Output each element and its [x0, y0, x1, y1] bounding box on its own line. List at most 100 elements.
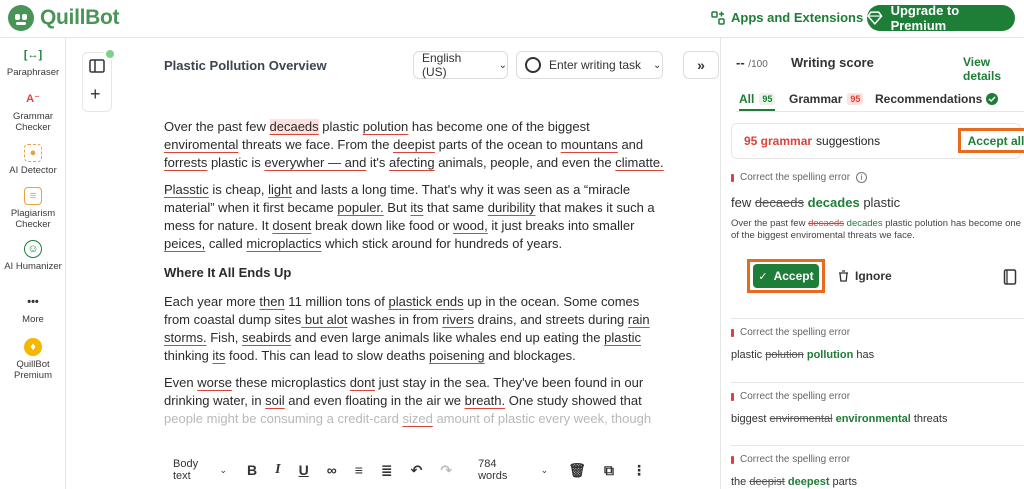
error-word[interactable]: poisening: [429, 348, 485, 363]
brand-name: QuillBot: [40, 6, 120, 29]
chevron-down-icon[interactable]: ⌄: [219, 465, 227, 476]
writing-task-select[interactable]: Enter writing task ⌄: [516, 51, 663, 79]
accept-button[interactable]: ✓ Accept: [753, 264, 819, 288]
score-value: -- /100: [736, 55, 768, 70]
error-word[interactable]: then: [259, 294, 284, 309]
sidebar-item-ai-humanizer[interactable]: ☺ AI Humanizer: [0, 240, 66, 272]
document-editor[interactable]: Over the past few decaeds plastic poluti…: [164, 118, 664, 437]
italic-icon[interactable]: I: [275, 462, 280, 478]
language-select[interactable]: English (US) ⌄: [413, 51, 508, 79]
check-circle-icon: [986, 93, 999, 105]
sidebar-item-paraphraser[interactable]: [↔] Paraphraser: [0, 46, 66, 78]
wrong-word: decaeds: [754, 195, 805, 210]
error-word[interactable]: populer.: [337, 200, 383, 215]
ignore-button[interactable]: Ignore: [838, 269, 892, 283]
error-word[interactable]: decaeds: [269, 119, 319, 134]
bullet-list-icon[interactable]: ≡: [355, 462, 363, 478]
error-word[interactable]: deepist: [393, 137, 435, 152]
error-word[interactable]: dosent: [272, 218, 311, 233]
upgrade-label: Upgrade to Premium: [890, 3, 960, 33]
upgrade-to-premium-button[interactable]: Upgrade to Premium: [867, 3, 1015, 33]
suggestions-count: 95 grammar: [744, 134, 813, 148]
error-word[interactable]: polution: [363, 119, 409, 134]
error-word[interactable]: rivers: [442, 312, 474, 327]
error-word[interactable]: light: [268, 182, 292, 197]
numbered-list-icon[interactable]: ≣: [381, 462, 393, 479]
sidebar-item-label: AI Detector: [9, 165, 57, 176]
error-word[interactable]: its: [410, 200, 423, 215]
chevron-down-icon[interactable]: ⌄: [541, 465, 549, 476]
error-word[interactable]: climatte.: [615, 155, 663, 170]
document-title[interactable]: Plastic Pollution Overview: [164, 58, 327, 73]
suggestions-label: suggestions: [816, 134, 881, 148]
view-details-link[interactable]: View details: [963, 55, 1024, 83]
sidebar-item-premium[interactable]: ♦ QuillBot Premium: [0, 338, 66, 381]
apps-and-extensions-button[interactable]: Apps and Extensions ▾: [711, 10, 876, 25]
sidebar-item-label: More: [22, 314, 44, 325]
sidebar-item-label: QuillBot Premium: [13, 359, 52, 381]
error-word[interactable]: plastick ends: [389, 294, 464, 309]
error-word[interactable]: peices,: [164, 236, 205, 251]
check-icon: ✓: [758, 270, 768, 283]
error-word[interactable]: worse: [197, 375, 232, 390]
error-word[interactable]: its: [212, 348, 225, 363]
error-word[interactable]: wood,: [453, 218, 488, 233]
tab-grammar[interactable]: Grammar 95: [789, 92, 864, 106]
error-word[interactable]: soil: [265, 393, 285, 408]
tab-all[interactable]: All 95: [739, 92, 776, 111]
chevron-down-icon: ⌄: [653, 59, 662, 71]
redo-icon[interactable]: ↷: [440, 462, 452, 479]
error-marker: [731, 392, 734, 401]
sidebar-item-more[interactable]: ••• More: [0, 293, 66, 325]
underline-icon[interactable]: U: [299, 462, 309, 478]
count-badge: 95: [759, 93, 776, 105]
quillbot-logo[interactable]: QuillBot: [8, 5, 120, 31]
sidebar-item-ai-detector[interactable]: ● AI Detector: [0, 144, 66, 176]
error-word[interactable]: microplactics: [246, 236, 321, 251]
error-word[interactable]: sized: [402, 411, 432, 426]
error-word[interactable]: duribility: [488, 200, 536, 215]
text-style-select[interactable]: Body text: [173, 458, 211, 482]
error-word[interactable]: everywher — and: [264, 155, 366, 170]
suggestion-card[interactable]: Correct the spelling error biggest envir…: [731, 382, 1024, 436]
trash-icon[interactable]: 🗑: [568, 462, 586, 479]
error-word[interactable]: Plasstic: [164, 182, 209, 197]
error-word[interactable]: enviromental: [164, 137, 238, 152]
sidebar-item-plagiarism-checker[interactable]: ≡ Plagiarism Checker: [0, 187, 66, 230]
link-icon[interactable]: ∞: [327, 462, 337, 478]
suggestion-card[interactable]: Correct the spelling error the deepist d…: [731, 445, 1024, 489]
writing-score-panel: -- /100 Writing score View details All 9…: [720, 38, 1024, 489]
error-word[interactable]: seabirds: [242, 330, 291, 345]
tab-recommendations[interactable]: Recommendations: [875, 92, 999, 106]
language-value: English (US): [422, 51, 462, 79]
suggestion-card-active[interactable]: Correct the spelling error i few decaeds…: [731, 172, 1024, 312]
word-count[interactable]: 784 words: [478, 458, 521, 482]
suggestion-card[interactable]: Correct the spelling error plastic polut…: [731, 318, 1024, 372]
correction-line: plastic polution pollution has: [731, 349, 875, 361]
sidebar-toggle-icon[interactable]: [89, 59, 105, 73]
error-word[interactable]: breath.: [465, 393, 505, 408]
paragraph-1: Over the past few decaeds plastic poluti…: [164, 119, 664, 170]
info-icon[interactable]: i: [856, 172, 868, 183]
more-options-icon[interactable]: ⋮: [632, 462, 646, 479]
error-marker: [731, 455, 734, 464]
plagiarism-checker-icon: ≡: [24, 187, 42, 205]
sidebar-item-grammar-checker[interactable]: A⁻ Grammar Checker: [0, 90, 66, 133]
copy-icon[interactable]: ⧉: [604, 462, 614, 479]
accept-all-button[interactable]: Accept all: [958, 128, 1024, 153]
grammar-checker-icon: A⁻: [26, 92, 40, 105]
undo-icon[interactable]: ↶: [411, 462, 423, 479]
error-word[interactable]: mountans: [561, 137, 618, 152]
ai-humanizer-icon: ☺: [24, 240, 42, 258]
error-word[interactable]: forrests: [164, 155, 207, 170]
sidebar-item-label: Paraphraser: [6, 67, 60, 78]
dictionary-icon[interactable]: [1003, 269, 1017, 285]
collapse-panel-button[interactable]: »: [683, 51, 719, 79]
add-icon[interactable]: +: [90, 85, 101, 103]
error-word[interactable]: afecting: [389, 155, 435, 170]
error-word[interactable]: plastic: [604, 330, 641, 345]
error-word[interactable]: dont: [350, 375, 375, 390]
editor-tool-column: +: [82, 48, 116, 112]
error-word[interactable]: but alot: [301, 312, 348, 327]
bold-icon[interactable]: B: [247, 462, 257, 478]
